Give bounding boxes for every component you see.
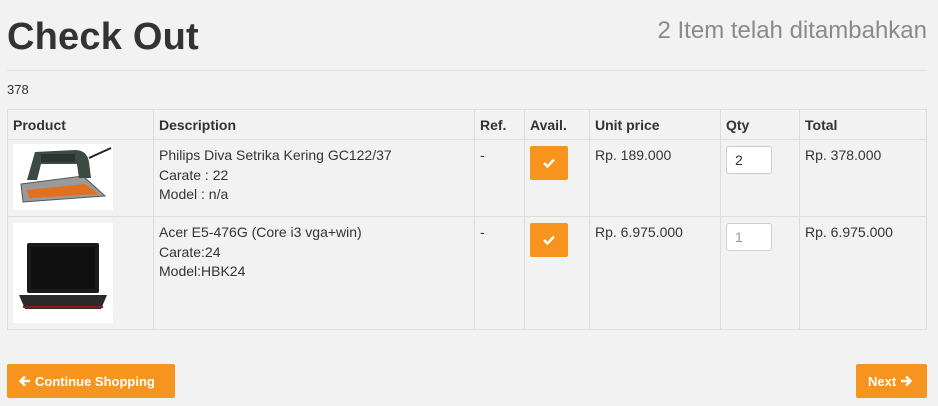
check-icon: [543, 158, 555, 168]
unit-price-cell: Rp. 6.975.000: [589, 216, 721, 330]
check-icon: [543, 235, 555, 245]
steam-iron-image[interactable]: [13, 144, 113, 210]
items-added-text: 2 Item telah ditambahkan: [657, 17, 928, 44]
avail-cell: [524, 139, 590, 217]
table-row: Acer E5-476G (Core i3 vga+win) Carate:24…: [7, 216, 927, 330]
qty-cell: [720, 216, 800, 330]
avail-cell: [524, 216, 590, 330]
availability-button[interactable]: [530, 223, 568, 257]
total-cell: Rp. 6.975.000: [799, 216, 927, 330]
page-header: Check Out 2 Item telah ditambahkan: [7, 0, 927, 71]
quantity-input[interactable]: [726, 146, 772, 174]
next-button[interactable]: Next: [856, 364, 927, 398]
cart-table: Product Description Ref. Avail. Unit pri…: [7, 109, 927, 330]
arrow-right-icon: [901, 375, 913, 387]
description-cell: Philips Diva Setrika Kering GC122/37 Car…: [153, 139, 475, 217]
qty-cell: [720, 139, 800, 217]
column-header-ref: Ref.: [474, 109, 525, 140]
unit-price-cell: Rp. 189.000: [589, 139, 721, 217]
column-header-qty: Qty: [720, 109, 800, 140]
continue-shopping-button[interactable]: Continue Shopping: [7, 364, 175, 398]
column-header-avail: Avail.: [524, 109, 590, 140]
next-label: Next: [868, 373, 897, 389]
product-model: Model:HBK24: [159, 263, 246, 279]
page-title: Check Out: [7, 16, 199, 58]
column-header-total: Total: [799, 109, 927, 140]
continue-shopping-label: Continue Shopping: [35, 373, 155, 389]
ref-cell: -: [474, 139, 525, 217]
description-cell: Acer E5-476G (Core i3 vga+win) Carate:24…: [153, 216, 475, 330]
table-header-row: Product Description Ref. Avail. Unit pri…: [7, 109, 927, 140]
quantity-input[interactable]: [726, 223, 772, 251]
table-row: Philips Diva Setrika Kering GC122/37 Car…: [7, 139, 927, 217]
laptop-image[interactable]: [13, 223, 113, 323]
ref-cell: -: [474, 216, 525, 330]
product-cell: [7, 216, 154, 330]
arrow-left-icon: [19, 375, 30, 387]
column-header-unit-price: Unit price: [589, 109, 721, 140]
product-carate: Carate:24: [159, 243, 221, 260]
column-header-description: Description: [153, 109, 475, 140]
cart-total-raw: 378: [7, 82, 29, 97]
product-name: Philips Diva Setrika Kering GC122/37: [159, 147, 392, 163]
product-name: Acer E5-476G (Core i3 vga+win): [159, 224, 362, 240]
product-carate: Carate : 22: [159, 166, 229, 183]
product-model: Model : n/a: [159, 186, 229, 202]
total-cell: Rp. 378.000: [799, 139, 927, 217]
column-header-product: Product: [7, 109, 154, 140]
product-cell: [7, 139, 154, 217]
availability-button[interactable]: [530, 146, 568, 180]
